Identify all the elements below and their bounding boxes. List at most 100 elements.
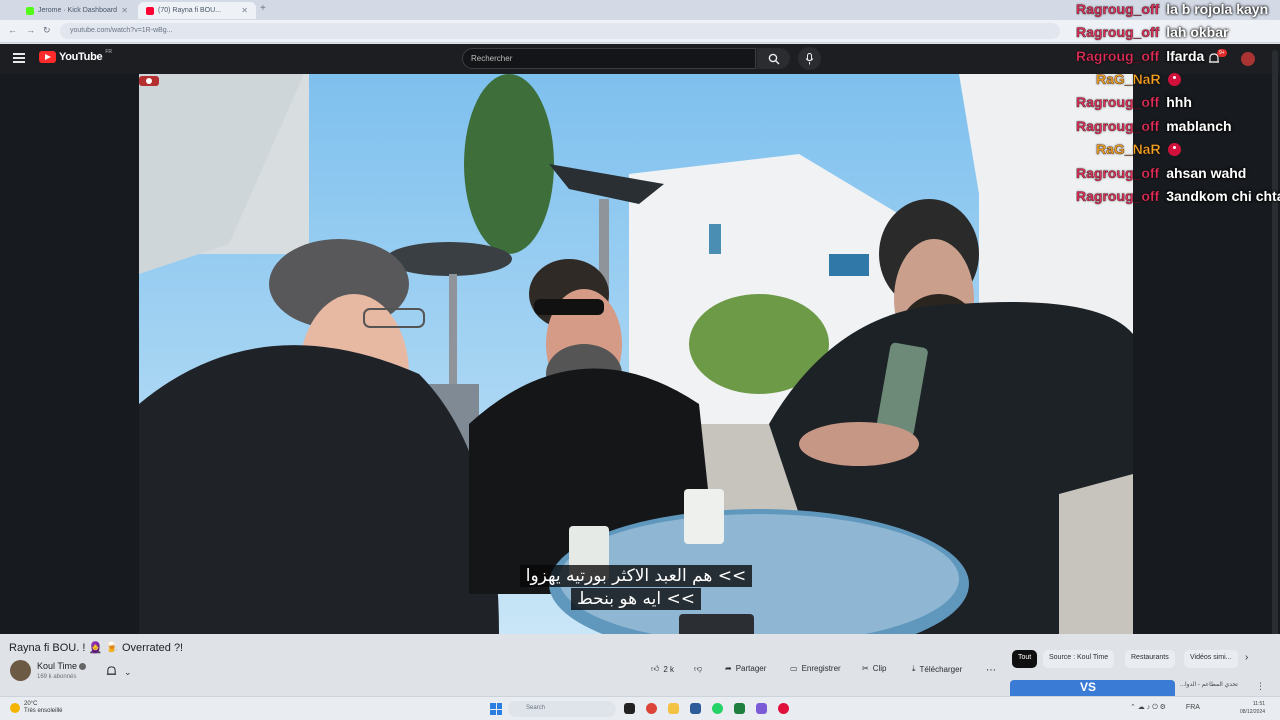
back-arrow-icon[interactable]: ← [8,25,17,35]
chip-all[interactable]: Tout [1012,650,1038,668]
subscriber-count: 169 k abonnés [37,674,77,680]
taskview-icon[interactable] [624,703,635,714]
weather-desc: Très ensoleillé [24,708,63,714]
youtube-favicon-icon [146,6,154,15]
chat-username: Ragroug_off [1076,188,1160,204]
file-explorer-icon[interactable] [668,703,679,714]
save-button[interactable]: ▭ Enregistrer [790,664,841,673]
store-icon[interactable] [690,703,701,714]
channel-name[interactable]: Koul Time [37,661,77,671]
search-icon [768,53,779,64]
close-tab-icon[interactable]: ✕ [121,6,128,15]
chat-text: lah okbar [1166,24,1229,40]
discord-icon[interactable] [756,703,767,714]
chat-text: ahsan wahd [1166,165,1247,181]
recommended-video-title[interactable]: تحدي المطاعم - الدوا... [1180,681,1238,688]
chat-message: Ragroug_off ahsan wahd [1076,165,1246,181]
windows-start-icon[interactable] [490,703,502,715]
tab-label: (70) Rayna fi BOU... [158,7,222,14]
search-input[interactable]: Rechercher [462,48,756,69]
video-frame-image [139,74,1133,634]
reload-icon[interactable]: ↻ [43,25,51,36]
close-tab-icon[interactable]: ✕ [241,6,248,15]
youtube-play-icon [39,51,56,63]
bookmark-icon: ▭ [790,664,798,673]
app-icon[interactable] [734,703,745,714]
chat-username: Ragroug_off [1076,48,1160,64]
chip-source[interactable]: Source : Koul Time [1043,650,1115,668]
chat-username: Ragroug_off [1076,24,1160,40]
chat-message: RaG_NaR [1096,141,1181,157]
video-info-section: Rayna fi BOU. ! 🧕 🍺 Overrated ?! Koul Ti… [0,634,1280,696]
share-button[interactable]: ➦ Partager [725,664,766,673]
chat-username: Ragroug_off [1076,165,1160,181]
system-tray[interactable]: ⌃ ☁ ♪ ⏻ ⚙ FRA [1130,703,1200,712]
download-button[interactable]: ⤓ Télécharger [912,664,962,674]
verified-check-icon [79,663,86,670]
chat-message: Ragroug_off mablanch [1076,118,1232,134]
weather-widget[interactable]: 20°C Très ensoleillé [10,701,62,715]
weather-temp: 20°C [24,701,38,707]
tray-icons: ⌃ ☁ ♪ ⏻ ⚙ [1130,704,1166,711]
share-label: Partager [735,664,767,673]
scissors-icon: ✂ [862,664,869,673]
clip-label: Clip [872,664,887,673]
more-actions-icon[interactable]: ⋯ [986,665,996,676]
opera-icon[interactable] [778,703,789,714]
taskbar-clock[interactable]: 11:51 08/12/2024 [1240,700,1265,716]
tab-label: Jerome · Kick Dashboard [38,7,117,14]
url-field[interactable]: youtube.com/watch?v=1R-wBg... [60,23,1060,39]
video-subtitles: >> هم العبد الاكثر بورتيه يهزوا >> ايه ه… [139,565,1133,611]
forward-arrow-icon[interactable]: → [26,25,35,35]
youtube-wordmark: YouTube [59,51,103,63]
whatsapp-icon[interactable] [712,703,723,714]
chat-username: Ragroug_off [1076,94,1160,110]
dislike-button[interactable]: 👎︎ [694,664,702,674]
language-indicator[interactable]: FRA [1186,704,1200,711]
country-code: FR [105,49,112,55]
more-options-icon[interactable]: ⋮ [1256,681,1265,692]
clip-button[interactable]: ✂ Clip [862,664,886,673]
chrome-icon[interactable] [646,703,657,714]
share-icon: ➦ [725,664,732,673]
browser-tab-youtube[interactable]: (70) Rayna fi BOU... ✕ [138,2,256,19]
hamburger-menu-icon[interactable] [13,53,25,63]
chat-message: Ragroug_off hhh [1076,94,1192,110]
subtitle-line-2: >> ايه هو بنحط [571,588,701,610]
search-button[interactable] [757,48,790,69]
chat-text: mablanch [1166,118,1232,134]
voice-search-button[interactable] [798,47,821,70]
new-tab-button[interactable]: + [260,3,266,14]
subscription-bell-icon[interactable] [106,665,117,677]
clock-time: 11:51 [1252,701,1266,707]
youtube-logo[interactable]: YouTube FR [39,49,112,63]
sun-icon [10,703,20,713]
download-icon: ⤓ [912,664,916,673]
like-button[interactable]: 👍︎ 2 k [651,664,674,674]
red-emote-icon [1167,72,1181,86]
page-background-left [0,74,139,634]
chat-text: lfarda [1166,48,1205,64]
chevron-right-icon[interactable]: › [1245,652,1248,663]
red-emote-icon [1167,142,1181,156]
chip-similar[interactable]: Vidéos simi... [1184,650,1238,668]
recommended-video-thumbnail[interactable]: VS [1010,680,1175,696]
thumbs-down-icon: 👎︎ [694,664,703,673]
video-title: Rayna fi BOU. ! 🧕 🍺 Overrated ?! [9,642,184,654]
like-count: 2 k [663,664,675,674]
video-player[interactable]: >> هم العبد الاكثر بورتيه يهزوا >> ايه ه… [139,74,1133,634]
chevron-down-icon[interactable]: ⌄ [124,667,132,678]
chat-message: Ragroug_off lah okbar [1076,24,1228,40]
browser-tab-kick[interactable]: Jerome · Kick Dashboard ✕ [18,2,136,19]
chat-text: la b rojola kayn [1166,1,1269,17]
chat-text: 3andkom chi chta [1166,188,1280,204]
windows-taskbar: 20°C Très ensoleillé Search ⌃ ☁ ♪ ⏻ ⚙ FR… [0,696,1280,720]
chat-username: RaG_NaR [1096,71,1161,87]
chip-restaurants[interactable]: Restaurants [1125,650,1175,668]
chat-username: Ragroug_off [1076,1,1160,17]
taskbar-search[interactable]: Search [508,701,616,717]
chat-message: RaG_NaR [1096,71,1181,87]
channel-avatar[interactable] [10,660,31,681]
kick-favicon-icon [26,6,34,15]
channel-watermark-icon[interactable] [139,74,159,86]
